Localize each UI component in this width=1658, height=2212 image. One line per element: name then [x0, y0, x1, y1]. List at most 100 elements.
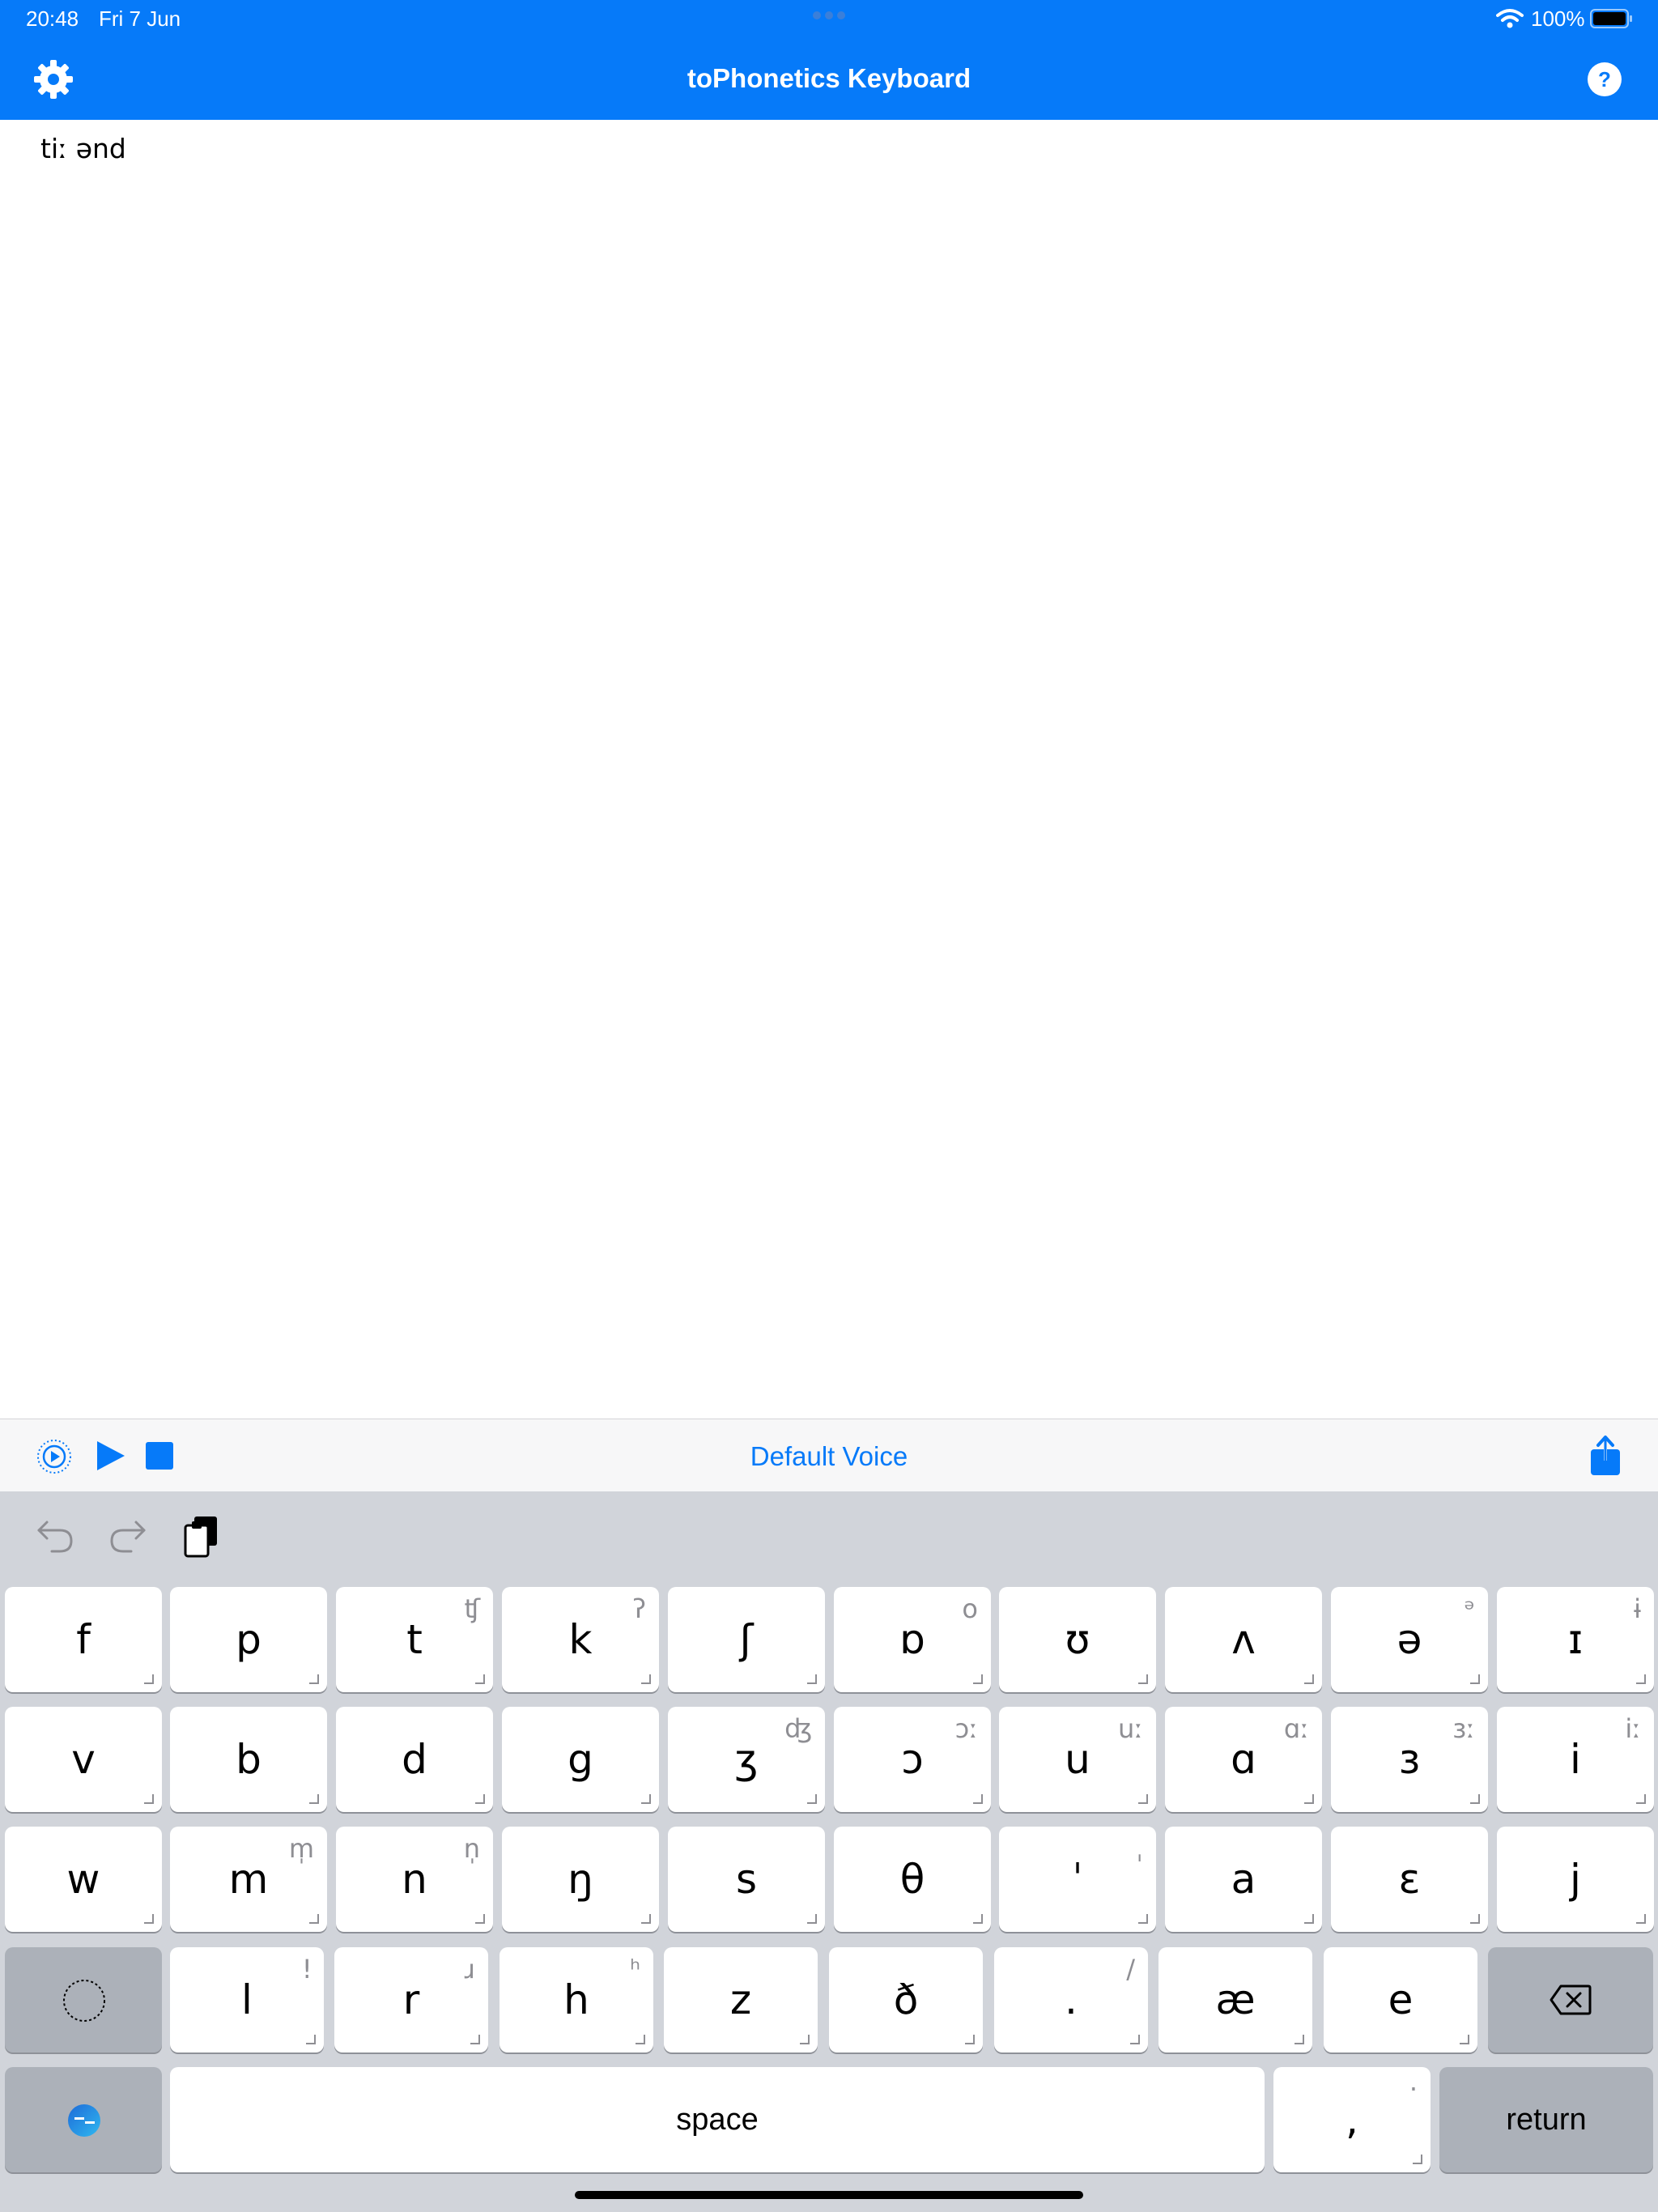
multitasking-dots-icon[interactable] [811, 10, 847, 21]
key-r3-9-symbol[interactable]: ɛ [1331, 1827, 1488, 1932]
key-r1-7-symbol[interactable]: ʊ [999, 1587, 1156, 1692]
key-r1-3-t[interactable]: tʧ [336, 1587, 493, 1692]
clipboard-icon[interactable] [183, 1514, 220, 1559]
key-label: d [402, 1736, 427, 1783]
key-r2-1-v[interactable]: v [5, 1707, 162, 1812]
key-r2-10-i[interactable]: i iː [1497, 1707, 1654, 1812]
long-press-indicator [144, 1674, 154, 1684]
long-press-indicator [807, 1674, 817, 1684]
voice-selector[interactable]: Default Voice [0, 1441, 1658, 1472]
key-r2-6-symbol[interactable]: ɔ ɔː [834, 1707, 991, 1812]
key-r4-2-r[interactable]: rɹ [334, 1947, 488, 2052]
key-r1-2-p[interactable]: p [170, 1587, 327, 1692]
key-r3-5-s[interactable]: s [668, 1827, 825, 1932]
key-r3-8-a[interactable]: a [1165, 1827, 1322, 1932]
key-alt-label: ɨ [1634, 1593, 1641, 1624]
key-r3-7-symbol[interactable]: ˈˌ [999, 1827, 1156, 1932]
redo-icon[interactable] [107, 1517, 147, 1555]
key-alt-label: ɜː [1452, 1713, 1475, 1744]
backspace-key[interactable] [1488, 1947, 1653, 2052]
long-press-indicator [1138, 1914, 1148, 1924]
key-alt-label: uː [1117, 1713, 1143, 1744]
key-r4-5-symbol[interactable]: ð [829, 1947, 983, 2052]
question-icon[interactable]: ? [1587, 62, 1622, 97]
key-r3-4-symbol[interactable]: ŋ [502, 1827, 659, 1932]
key-r1-5-symbol[interactable]: ʃ [668, 1587, 825, 1692]
key-label: æ [1215, 1976, 1256, 2023]
long-press-indicator [807, 1794, 817, 1804]
key-alt-label: ɑː [1283, 1713, 1309, 1744]
key-r3-6-symbol[interactable]: θ [834, 1827, 991, 1932]
long-press-indicator [1138, 1794, 1148, 1804]
long-press-indicator [309, 1914, 319, 1924]
key-r1-10-symbol[interactable]: ɪɨ [1497, 1587, 1654, 1692]
key-label: v [71, 1736, 96, 1783]
key-label: ɪ [1567, 1616, 1584, 1663]
key-r4-7-symbol[interactable]: æ [1158, 1947, 1312, 2052]
dotted-circle-key[interactable] [5, 1947, 162, 2052]
key-label: g [568, 1736, 593, 1783]
long-press-indicator [1413, 2155, 1422, 2164]
key-label: . [1065, 1976, 1078, 2023]
key-r4-8-e[interactable]: e [1324, 1947, 1477, 2052]
key-label: a [1231, 1856, 1256, 1903]
key-alt-label: ᵊ [1464, 1593, 1475, 1624]
key-r4-6-symbol[interactable]: . / [994, 1947, 1148, 2052]
key-r3-3-n[interactable]: n n̩ [336, 1827, 493, 1932]
long-press-indicator [641, 1674, 651, 1684]
phonetic-text-editor[interactable]: tiː ənd [40, 133, 126, 164]
key-label: l [241, 1976, 253, 2023]
key-r2-9-symbol[interactable]: ɜ ɜː [1331, 1707, 1488, 1812]
key-alt-label: iː [1625, 1713, 1641, 1744]
wifi-icon [1496, 9, 1524, 28]
key-r4-1-l[interactable]: lǃ [170, 1947, 324, 2052]
key-r3-2-m[interactable]: m m̩ [170, 1827, 327, 1932]
long-press-indicator [475, 1914, 485, 1924]
key-r2-2-b[interactable]: b [170, 1707, 327, 1812]
long-press-indicator [144, 1794, 154, 1804]
key-label: ʌ [1231, 1616, 1256, 1663]
key-label: ɛ [1398, 1856, 1421, 1903]
key-r2-5-symbol[interactable]: ʒʤ [668, 1707, 825, 1812]
key-r3-10-j[interactable]: j [1497, 1827, 1654, 1932]
key-r2-3-d[interactable]: d [336, 1707, 493, 1812]
key-label: θ [899, 1856, 925, 1903]
share-icon[interactable] [1588, 1435, 1622, 1477]
key-label: j [1570, 1856, 1581, 1903]
key-alt-label: ɹ [464, 1954, 475, 1984]
key-alt-label: ʰ [630, 1954, 640, 1984]
app-logo-icon [68, 2104, 100, 2137]
key-r1-1-f[interactable]: f [5, 1587, 162, 1692]
key-r2-8-symbol[interactable]: ɑ ɑː [1165, 1707, 1322, 1812]
key-r3-1-w[interactable]: w [5, 1827, 162, 1932]
key-r2-7-u[interactable]: u uː [999, 1707, 1156, 1812]
long-press-indicator [1304, 1674, 1314, 1684]
key-r1-4-k[interactable]: kʔ [502, 1587, 659, 1692]
key-r4-3-h[interactable]: hʰ [500, 1947, 653, 2052]
key-label: p [236, 1616, 261, 1663]
key-label: w [66, 1856, 100, 1903]
key-r2-4-g[interactable]: g [502, 1707, 659, 1812]
long-press-indicator [1295, 2035, 1304, 2044]
key-r5-1-space[interactable]: space [170, 2067, 1265, 2172]
long-press-indicator [636, 2035, 645, 2044]
key-r1-9-symbol[interactable]: əᵊ [1331, 1587, 1488, 1692]
key-alt-label: ɔː [954, 1713, 978, 1744]
home-indicator[interactable] [575, 2191, 1083, 2199]
key-label: b [236, 1736, 261, 1783]
long-press-indicator [973, 1794, 983, 1804]
key-r1-6-symbol[interactable]: ɒo [834, 1587, 991, 1692]
long-press-indicator [1304, 1794, 1314, 1804]
keyboard-switch-key[interactable] [5, 2067, 162, 2172]
key-label: z [729, 1976, 752, 2023]
key-label: ð [893, 1976, 919, 2023]
key-r4-4-z[interactable]: z [664, 1947, 818, 2052]
key-alt-label: / [1126, 1954, 1135, 1984]
undo-icon[interactable] [36, 1517, 76, 1555]
key-r1-8-symbol[interactable]: ʌ [1165, 1587, 1322, 1692]
key-r5-3-return[interactable]: return [1439, 2067, 1653, 2172]
long-press-indicator [800, 2035, 810, 2044]
key-r5-2-symbol[interactable]: , · [1273, 2067, 1431, 2172]
key-label: ʃ [739, 1616, 754, 1663]
long-press-indicator [1304, 1914, 1314, 1924]
